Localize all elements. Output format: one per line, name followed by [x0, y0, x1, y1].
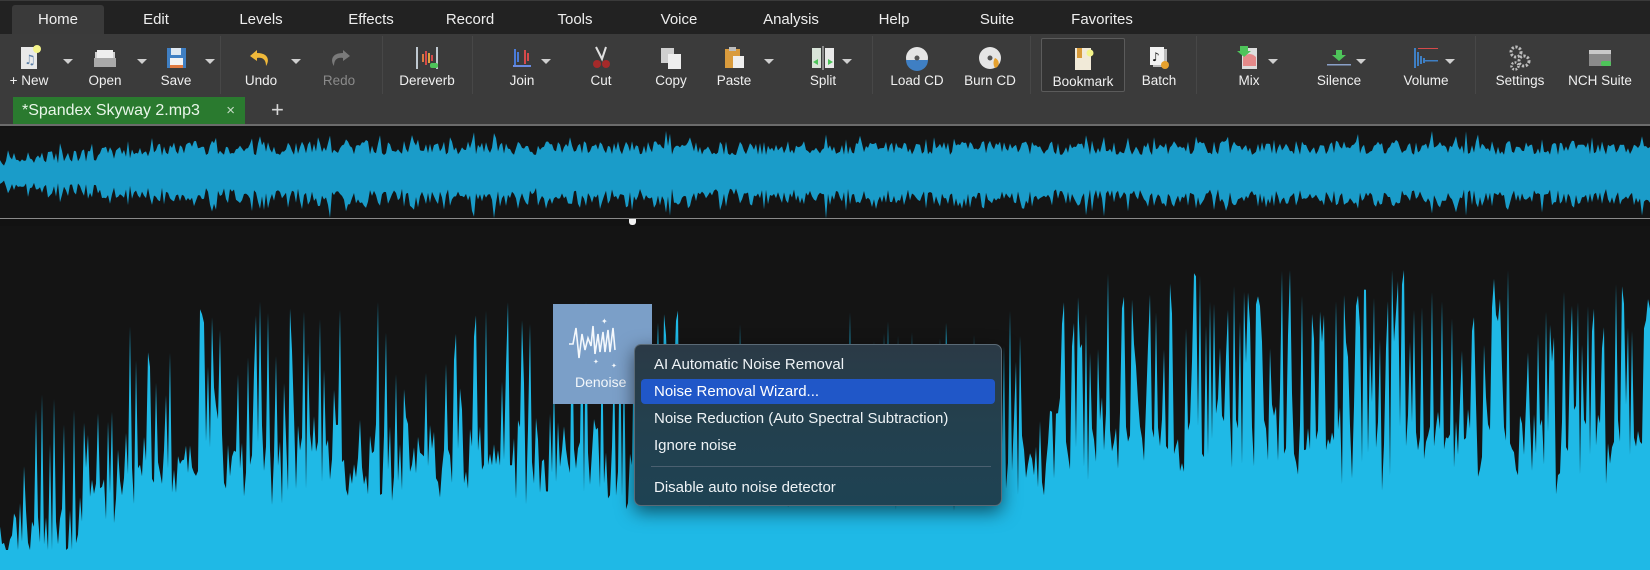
- save-button[interactable]: Save: [151, 38, 201, 92]
- menu-tab-analysis[interactable]: Analysis: [746, 5, 836, 35]
- undo-arrow-icon: [250, 50, 268, 66]
- redo-button[interactable]: Redo: [312, 38, 366, 92]
- clipboard-paste-icon: [725, 47, 744, 68]
- new-file-icon: ♫: [21, 45, 41, 69]
- svg-text:✦: ✦: [601, 317, 608, 326]
- silence-button[interactable]: Silence: [1306, 38, 1372, 92]
- toolbar: ♫ + New Open Save Undo Redo Dereverb Joi…: [0, 34, 1650, 96]
- mix-button[interactable]: Mix: [1224, 38, 1274, 92]
- join-button[interactable]: Join: [496, 38, 548, 92]
- toolbar-divider: [1475, 36, 1476, 94]
- batch-button[interactable]: ♪ Batch: [1133, 38, 1185, 92]
- toolbar-divider: [872, 36, 873, 94]
- menu-item-disable-auto-noise-detector[interactable]: Disable auto noise detector: [641, 475, 995, 500]
- split-button[interactable]: Split: [795, 38, 851, 92]
- menu-tab-record[interactable]: Record: [432, 5, 508, 35]
- menu-tab-voice[interactable]: Voice: [648, 5, 710, 35]
- dereverb-icon: [416, 47, 438, 69]
- dereverb-button[interactable]: Dereverb: [394, 38, 460, 92]
- toolbar-divider: [220, 36, 221, 94]
- svg-text:✦: ✦: [611, 362, 617, 370]
- settings-button[interactable]: Settings: [1487, 38, 1553, 92]
- menu-tab-effects[interactable]: Effects: [332, 5, 410, 35]
- noise-context-menu: AI Automatic Noise Removal Noise Removal…: [634, 344, 1002, 506]
- undo-button[interactable]: Undo: [234, 38, 288, 92]
- playhead-marker[interactable]: [629, 219, 636, 225]
- folder-open-icon: [94, 50, 116, 67]
- close-icon[interactable]: ×: [226, 97, 235, 124]
- silence-dropdown-arrow[interactable]: [1356, 59, 1366, 64]
- ribbon-menu-bar: Home Edit Levels Effects Record Tools Vo…: [0, 0, 1650, 35]
- mix-dropdown-arrow[interactable]: [1268, 59, 1278, 64]
- svg-text:♫: ♫: [24, 53, 36, 68]
- menu-item-ai-automatic-noise-removal[interactable]: AI Automatic Noise Removal: [641, 352, 995, 377]
- new-button[interactable]: ♫ + New: [4, 38, 54, 92]
- menu-tab-suite[interactable]: Suite: [966, 5, 1028, 35]
- menu-tab-help[interactable]: Help: [864, 5, 924, 35]
- join-dropdown-arrow[interactable]: [541, 59, 551, 64]
- load-cd-button[interactable]: Load CD: [884, 38, 950, 92]
- volume-button[interactable]: Volume: [1393, 38, 1459, 92]
- mix-icon: [1237, 46, 1257, 69]
- menu-tab-tools[interactable]: Tools: [544, 5, 606, 35]
- paste-button[interactable]: Paste: [708, 38, 760, 92]
- split-dropdown-arrow[interactable]: [842, 59, 852, 64]
- menu-item-ignore-noise[interactable]: Ignore noise: [641, 433, 995, 458]
- nch-suite-icon: [1589, 50, 1611, 66]
- overview-waveform-graphic: [0, 130, 1650, 219]
- svg-text:♪: ♪: [1152, 50, 1160, 64]
- load-cd-icon: [906, 47, 928, 71]
- burn-cd-icon: [979, 47, 1001, 69]
- save-dropdown-arrow[interactable]: [205, 59, 215, 64]
- svg-text:✦: ✦: [593, 358, 599, 366]
- overview-divider: [0, 218, 1650, 219]
- copy-button[interactable]: Copy: [645, 38, 697, 92]
- overview-waveform-shape: [0, 130, 1650, 219]
- silence-icon: [1327, 50, 1351, 66]
- menu-tab-edit[interactable]: Edit: [126, 5, 186, 35]
- batch-icon: ♪: [1150, 47, 1169, 69]
- bookmark-button[interactable]: Bookmark: [1041, 38, 1125, 92]
- overview-waveform[interactable]: [0, 128, 1650, 219]
- floppy-save-icon: [167, 48, 186, 68]
- menu-separator: [651, 466, 991, 467]
- menu-tab-home[interactable]: Home: [12, 5, 104, 35]
- cut-button[interactable]: Cut: [576, 38, 626, 92]
- split-icon: [812, 46, 834, 70]
- open-button[interactable]: Open: [80, 38, 130, 92]
- burn-cd-button[interactable]: Burn CD: [958, 38, 1022, 92]
- menu-tab-levels[interactable]: Levels: [226, 5, 296, 35]
- paste-dropdown-arrow[interactable]: [764, 59, 774, 64]
- menu-item-noise-removal-wizard[interactable]: Noise Removal Wizard...: [641, 379, 995, 404]
- redo-arrow-icon: [332, 50, 350, 66]
- open-dropdown-arrow[interactable]: [137, 59, 147, 64]
- nch-suite-button[interactable]: NCH Suite: [1562, 38, 1638, 92]
- gears-icon: [1509, 45, 1531, 71]
- menu-tab-favorites[interactable]: Favorites: [1058, 5, 1146, 35]
- copy-icon: [661, 48, 681, 69]
- file-tab-bar: *Spandex Skyway 2.mp3 × +: [0, 96, 1650, 126]
- add-tab-icon[interactable]: +: [271, 96, 284, 123]
- toolbar-divider: [472, 36, 473, 94]
- file-tab[interactable]: *Spandex Skyway 2.mp3 ×: [13, 97, 245, 124]
- denoise-wave-icon: ✦ ✦ ✦: [569, 317, 617, 370]
- menu-item-noise-reduction-spectral[interactable]: Noise Reduction (Auto Spectral Subtracti…: [641, 406, 995, 431]
- volume-dropdown-arrow[interactable]: [1445, 59, 1455, 64]
- join-icon: [513, 49, 531, 67]
- volume-icon: [1414, 48, 1438, 68]
- toolbar-divider: [1196, 36, 1197, 94]
- undo-dropdown-arrow[interactable]: [291, 59, 301, 64]
- new-dropdown-arrow[interactable]: [63, 59, 73, 64]
- file-tab-label: *Spandex Skyway 2.mp3: [22, 102, 200, 119]
- toolbar-divider: [1030, 36, 1031, 94]
- toolbar-divider: [382, 36, 383, 94]
- bookmark-icon: [1075, 48, 1094, 70]
- scissors-icon: [593, 46, 610, 68]
